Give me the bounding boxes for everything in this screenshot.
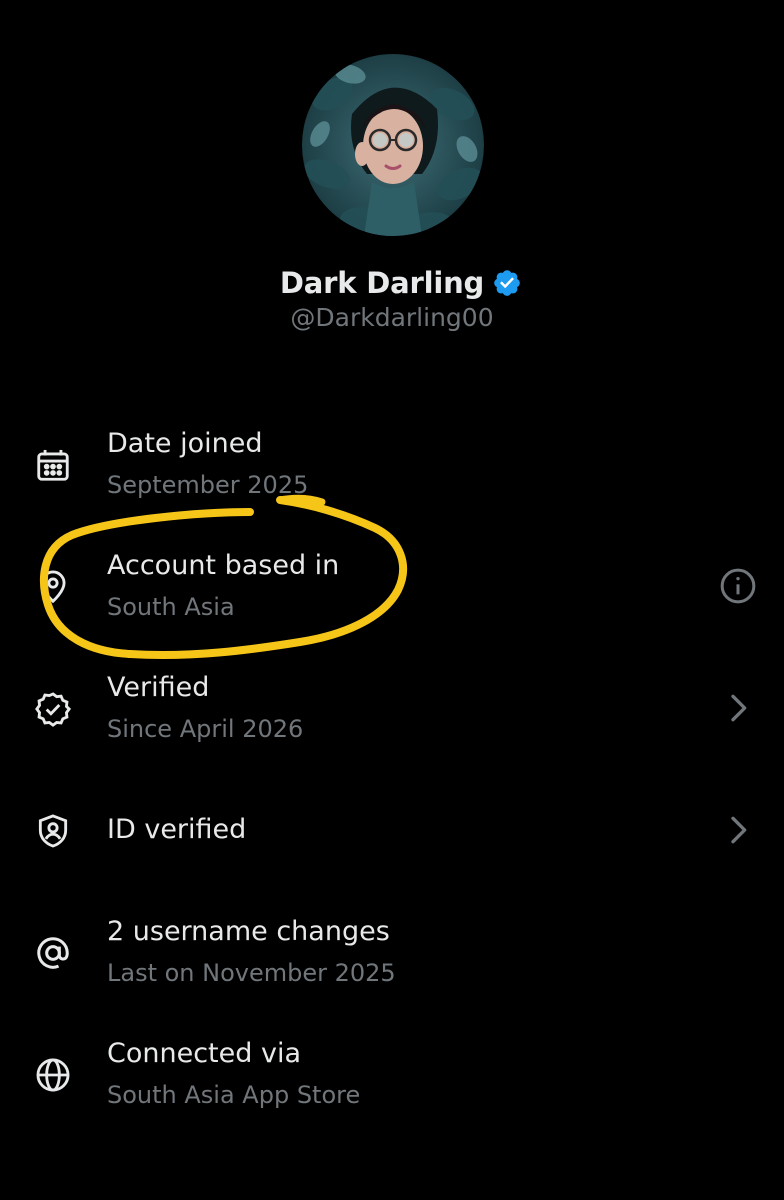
calendar-icon xyxy=(34,446,72,484)
chevron-right-icon xyxy=(718,810,758,850)
row-subtitle: September 2025 xyxy=(107,471,309,499)
row-date-joined: Date joined September 2025 xyxy=(0,420,784,530)
verified-badge-icon[interactable] xyxy=(492,268,522,298)
avatar-image xyxy=(302,54,484,236)
row-subtitle: Last on November 2025 xyxy=(107,959,396,987)
row-username-changes: 2 username changes Last on November 2025 xyxy=(0,908,784,1018)
row-connected-via: Connected via South Asia App Store xyxy=(0,1030,784,1140)
profile-avatar[interactable] xyxy=(302,54,484,236)
row-title: Verified xyxy=(107,672,210,703)
chevron-right-icon xyxy=(718,688,758,728)
row-subtitle: Since April 2026 xyxy=(107,715,304,743)
row-title: Date joined xyxy=(107,428,263,459)
at-sign-icon xyxy=(34,934,72,972)
row-title: 2 username changes xyxy=(107,916,390,947)
row-id-verified[interactable]: ID verified xyxy=(0,786,784,896)
info-icon[interactable] xyxy=(718,566,758,606)
verified-seal-icon xyxy=(34,690,72,728)
display-name: Dark Darling xyxy=(279,266,485,300)
row-subtitle: South Asia xyxy=(107,593,235,621)
row-title: Connected via xyxy=(107,1038,301,1069)
row-verified[interactable]: Verified Since April 2026 xyxy=(0,664,784,774)
row-title: Account based in xyxy=(107,550,340,581)
id-shield-icon xyxy=(34,812,72,850)
location-pin-icon xyxy=(34,568,72,606)
row-account-based-in: Account based in South Asia xyxy=(0,542,784,652)
profile-handle: @Darkdarling00 xyxy=(290,303,494,332)
profile-name-row: Dark Darling xyxy=(0,266,784,300)
row-subtitle: South Asia App Store xyxy=(107,1081,361,1109)
globe-icon xyxy=(34,1056,72,1094)
row-title: ID verified xyxy=(107,814,247,845)
